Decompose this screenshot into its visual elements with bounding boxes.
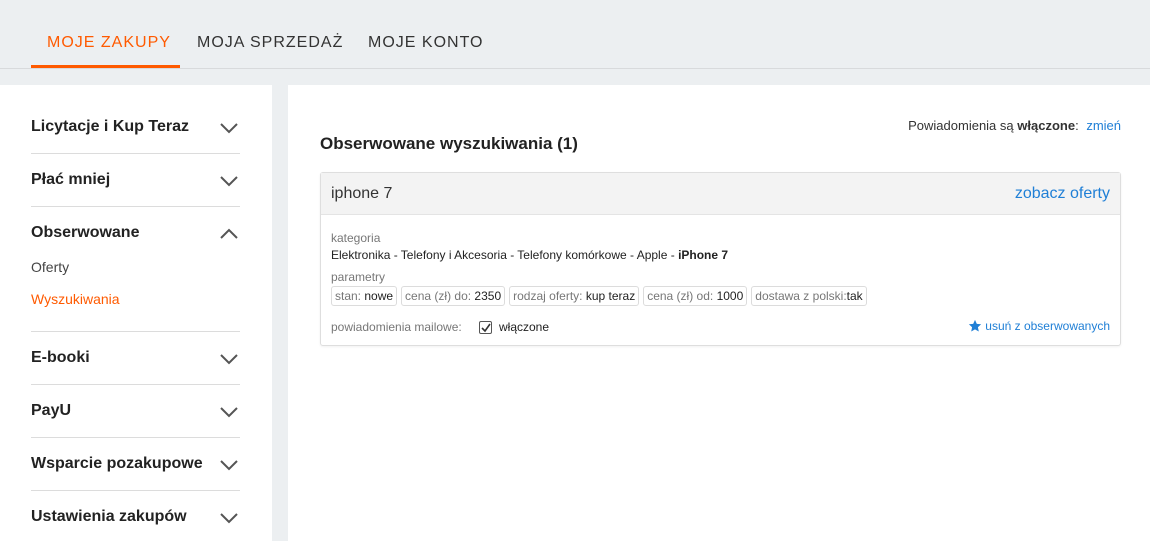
email-notifications-checkbox[interactable] (479, 321, 492, 334)
top-navigation: MOJE ZAKUPY MOJA SPRZEDAŻ MOJE KONTO (0, 0, 1150, 69)
sidebar-section-label: Obserwowane (31, 224, 140, 241)
tab-moja-sprzedaz[interactable]: MOJA SPRZEDAŻ (197, 34, 343, 52)
parameter-chip: cena (zł) do: 2350 (401, 286, 506, 306)
parameter-chip: rodzaj oferty: kup teraz (509, 286, 640, 306)
change-notifications-link[interactable]: zmień (1086, 118, 1121, 133)
sidebar-section-label: E-booki (31, 349, 90, 366)
parameter-name: dostawa z polski: (755, 289, 847, 303)
category-label: kategoria (331, 231, 381, 245)
main-content: Powiadomienia są włączone: zmień Obserwo… (288, 85, 1150, 541)
parameter-name: cena (zł) od: (647, 289, 714, 303)
parameters-list: stan: nowe cena (zł) do: 2350 rodzaj ofe… (331, 286, 867, 306)
category-last: iPhone 7 (678, 248, 729, 262)
category-path-text: Elektronika - Telefony i Akcesoria - Tel… (331, 248, 679, 262)
parameter-chip: dostawa z polski:tak (751, 286, 867, 306)
parameter-value: nowe (364, 289, 394, 303)
saved-search-query: iphone 7 (331, 185, 393, 202)
checkmark-icon (481, 323, 491, 333)
star-icon (969, 319, 982, 332)
notifications-prefix: Powiadomienia są (908, 118, 1014, 133)
saved-search-card: iphone 7 zobacz oferty kategoria Elektro… (320, 172, 1121, 346)
sidebar-section-label: PayU (31, 402, 72, 419)
page-title: Obserwowane wyszukiwania (1) (320, 134, 578, 153)
sidebar-section-label: Wsparcie pozakupowe (31, 455, 203, 472)
chevron-down-icon[interactable] (220, 175, 238, 187)
sidebar-section-label: Licytacje i Kup Teraz (31, 118, 189, 135)
chevron-down-icon[interactable] (220, 406, 238, 418)
chevron-down-icon[interactable] (220, 459, 238, 471)
sidebar-section-wsparcie[interactable]: Wsparcie pozakupowe (31, 438, 240, 491)
chevron-up-icon[interactable] (220, 228, 238, 240)
parameters-label: parametry (331, 270, 386, 284)
chevron-down-icon[interactable] (220, 353, 238, 365)
notifications-colon: : (1075, 118, 1079, 133)
tab-moje-konto[interactable]: MOJE KONTO (368, 34, 484, 52)
sidebar-section-label: Płać mniej (31, 171, 111, 188)
chevron-down-icon[interactable] (220, 512, 238, 524)
parameter-name: stan: (335, 289, 362, 303)
see-offers-link[interactable]: zobacz oferty (1015, 185, 1110, 203)
active-tab-underline (31, 65, 180, 68)
remove-label: usuń z obserwowanych (985, 319, 1110, 333)
sidebar: Licytacje i Kup Teraz Płać mniej Obserwo… (0, 85, 272, 541)
sidebar-section-label: Ustawienia zakupów (31, 508, 187, 525)
sidebar-section-payu[interactable]: PayU (31, 385, 240, 438)
notifications-status: Powiadomienia są włączone: zmień (908, 118, 1121, 133)
parameter-chip: cena (zł) od: 1000 (643, 286, 748, 306)
parameter-value: 1000 (716, 289, 744, 303)
sidebar-item-oferty[interactable]: Oferty (31, 259, 69, 275)
parameter-chip: stan: nowe (331, 286, 398, 306)
saved-search-header: iphone 7 zobacz oferty (321, 173, 1120, 215)
parameter-value: kup teraz (585, 289, 636, 303)
parameter-name: cena (zł) do: (405, 289, 472, 303)
parameter-value: tak (846, 289, 863, 303)
email-notifications-value: włączone (499, 320, 550, 334)
remove-from-watched-link[interactable]: usuń z obserwowanych (968, 319, 1110, 333)
sidebar-section-ustawienia[interactable]: Ustawienia zakupów (31, 491, 240, 541)
sidebar-section-ebooki[interactable]: E-booki (31, 332, 240, 385)
parameter-value: 2350 (474, 289, 502, 303)
email-notifications-label: powiadomienia mailowe: (331, 320, 462, 334)
notifications-state: włączone (1017, 118, 1076, 133)
parameter-name: rodzaj oferty: (513, 289, 583, 303)
sidebar-section-licytacje[interactable]: Licytacje i Kup Teraz (31, 85, 240, 154)
category-path: Elektronika - Telefony i Akcesoria - Tel… (331, 248, 728, 262)
sidebar-section-plac-mniej[interactable]: Płać mniej (31, 154, 240, 207)
tab-moje-zakupy[interactable]: MOJE ZAKUPY (47, 34, 171, 52)
sidebar-item-wyszukiwania[interactable]: Wyszukiwania (31, 291, 120, 307)
chevron-down-icon[interactable] (220, 122, 238, 134)
